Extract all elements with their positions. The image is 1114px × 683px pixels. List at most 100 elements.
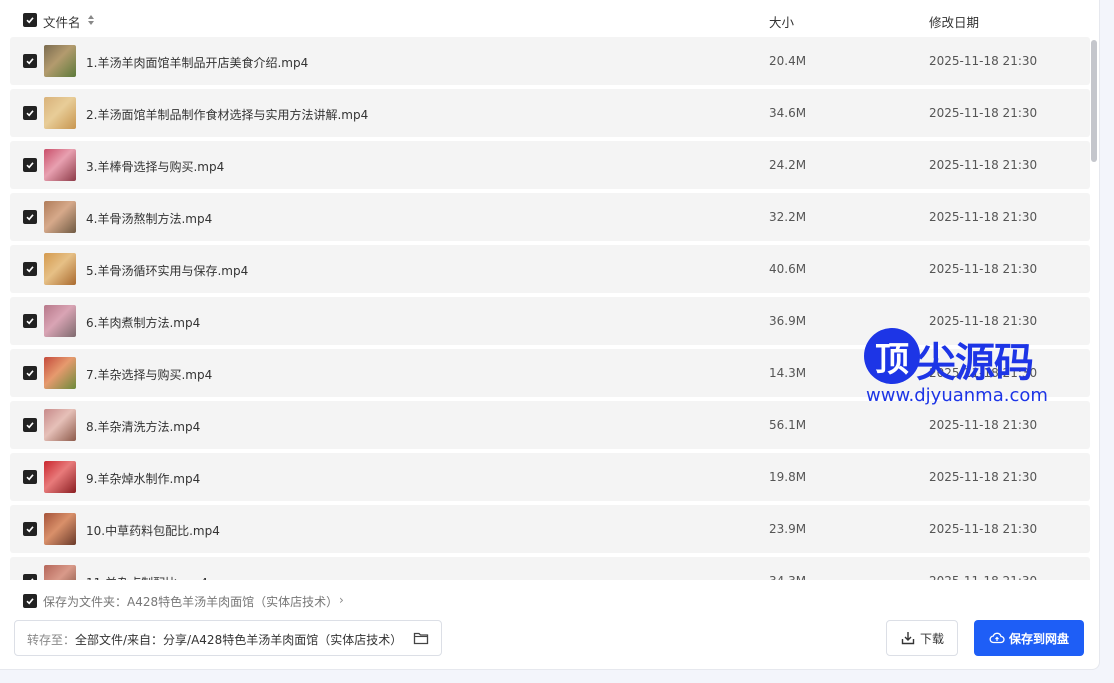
file-date: 2025-11-18 21:30 (929, 314, 1038, 328)
file-row[interactable]: 9.羊杂焯水制作.mp4 19.8M 2025-11-18 21:30 (10, 453, 1090, 501)
file-date: 2025-11-18 21:30 (929, 574, 1037, 580)
watermark-text: 尖源码 (916, 340, 1034, 386)
video-thumbnail (44, 45, 76, 77)
file-row[interactable]: 4.羊骨汤熬制方法.mp4 32.2M 2025-11-18 21:30 (10, 193, 1090, 241)
download-button[interactable]: 下载 (886, 620, 958, 656)
check-icon (26, 266, 34, 273)
file-size: 36.9M (769, 314, 807, 328)
file-size: 40.6M (769, 262, 807, 276)
file-date: 2025-11-18 21:30 (929, 158, 1038, 172)
save-as-folder-checkbox[interactable] (23, 594, 37, 608)
file-size: 19.8M (769, 470, 807, 484)
file-checkbox[interactable] (23, 366, 37, 380)
video-thumbnail (44, 305, 76, 337)
column-header-date[interactable]: 修改日期 (929, 12, 979, 31)
file-name[interactable]: 9.羊杂焯水制作.mp4 (86, 470, 200, 487)
destination-label: 转存至： (27, 633, 76, 647)
file-checkbox[interactable] (23, 522, 37, 536)
destination-path: 全部文件/来自：分享/A428特色羊汤羊肉面馆（实体店技术） (75, 633, 403, 647)
watermark: 顶 尖源码 www.djyuanma.com (860, 328, 1050, 408)
cloud-upload-icon (989, 632, 1005, 644)
file-checkbox[interactable] (23, 314, 37, 328)
destination-field[interactable]: 转存至： 全部文件/来自：分享/A428特色羊汤羊肉面馆（实体店技术） (14, 620, 442, 656)
check-icon (26, 58, 34, 65)
file-checkbox[interactable] (23, 470, 37, 484)
check-icon (26, 162, 34, 169)
check-icon (26, 214, 34, 221)
file-date: 2025-11-18 21:30 (929, 470, 1038, 484)
video-thumbnail (44, 565, 76, 580)
select-all-checkbox[interactable] (23, 13, 37, 27)
file-name[interactable]: 7.羊杂选择与购买.mp4 (86, 366, 212, 383)
download-icon (901, 632, 915, 645)
save-as-folder-label: 保存为文件夹：A428特色羊汤羊肉面馆（实体店技术） (43, 595, 339, 609)
file-row[interactable]: 3.羊棒骨选择与购买.mp4 24.2M 2025-11-18 21:30 (10, 141, 1090, 189)
column-header-name[interactable]: 文件名 (43, 12, 81, 31)
list-scrollbar[interactable] (1091, 40, 1097, 162)
file-name[interactable]: 11.羊杂卤制配比.mp4 (86, 574, 208, 580)
save-to-cloud-button[interactable]: 保存到网盘 (974, 620, 1084, 656)
column-header-size[interactable]: 大小 (769, 12, 794, 31)
file-date: 2025-11-18 21:30 (929, 54, 1038, 68)
file-checkbox[interactable] (23, 158, 37, 172)
video-thumbnail (44, 461, 76, 493)
check-icon (26, 474, 34, 481)
file-date: 2025-11-18 21:30 (929, 210, 1038, 224)
file-size: 23.9M (769, 522, 807, 536)
file-size: 56.1M (769, 418, 807, 432)
file-row[interactable]: 10.中草药料包配比.mp4 23.9M 2025-11-18 21:30 (10, 505, 1090, 553)
check-icon (26, 318, 34, 325)
file-row[interactable]: 5.羊骨汤循环实用与保存.mp4 40.6M 2025-11-18 21:30 (10, 245, 1090, 293)
file-list: 1.羊汤羊肉面馆羊制品开店美食介绍.mp4 20.4M 2025-11-18 21:… (0, 37, 1090, 580)
file-checkbox[interactable] (23, 106, 37, 120)
file-save-panel: 文件名 大小 修改日期 1.羊汤羊肉面馆羊制品开店美食介绍.mp4 20.4M 20… (0, 0, 1100, 670)
chevron-right-icon[interactable]: › (339, 593, 344, 607)
video-thumbnail (44, 149, 76, 181)
file-checkbox[interactable] (23, 418, 37, 432)
check-icon (26, 422, 34, 429)
file-name[interactable]: 1.羊汤羊肉面馆羊制品开店美食介绍.mp4 (86, 54, 308, 71)
watermark-logo: 顶 (864, 328, 920, 384)
file-checkbox[interactable] (23, 262, 37, 276)
file-size: 32.2M (769, 210, 807, 224)
file-name[interactable]: 10.中草药料包配比.mp4 (86, 522, 220, 539)
file-name[interactable]: 2.羊汤面馆羊制品制作食材选择与实用方法讲解.mp4 (86, 106, 368, 123)
check-icon (26, 110, 34, 117)
check-icon (26, 526, 34, 533)
file-name[interactable]: 6.羊肉煮制方法.mp4 (86, 314, 200, 331)
watermark-url: www.djyuanma.com (866, 385, 1048, 406)
sort-icon[interactable] (87, 14, 95, 26)
file-row[interactable]: 1.羊汤羊肉面馆羊制品开店美食介绍.mp4 20.4M 2025-11-18 21:… (10, 37, 1090, 85)
file-size: 24.2M (769, 158, 807, 172)
download-label: 下载 (919, 631, 944, 646)
file-date: 2025-11-18 21:30 (929, 418, 1038, 432)
file-size: 14.3M (769, 366, 807, 380)
video-thumbnail (44, 253, 76, 285)
file-date: 2025-11-18 21:30 (929, 262, 1038, 276)
file-date: 2025-11-18 21:30 (929, 522, 1038, 536)
video-thumbnail (44, 97, 76, 129)
file-checkbox[interactable] (23, 54, 37, 68)
video-thumbnail (44, 409, 76, 441)
file-name[interactable]: 4.羊骨汤熬制方法.mp4 (86, 210, 212, 227)
save-to-cloud-label: 保存到网盘 (1008, 631, 1069, 646)
video-thumbnail (44, 513, 76, 545)
video-thumbnail (44, 357, 76, 389)
file-row[interactable]: 2.羊汤面馆羊制品制作食材选择与实用方法讲解.mp4 34.6M 2025-11-1… (10, 89, 1090, 137)
check-icon (30, 578, 34, 580)
file-size: 34.6M (769, 106, 807, 120)
file-name[interactable]: 5.羊骨汤循环实用与保存.mp4 (86, 262, 248, 279)
file-name[interactable]: 8.羊杂清洗方法.mp4 (86, 418, 200, 435)
file-name[interactable]: 3.羊棒骨选择与购买.mp4 (86, 158, 224, 175)
file-checkbox[interactable] (23, 574, 37, 580)
folder-icon[interactable] (413, 631, 429, 645)
check-icon (26, 370, 34, 377)
video-thumbnail (44, 201, 76, 233)
file-checkbox[interactable] (23, 210, 37, 224)
file-row[interactable]: 8.羊杂清洗方法.mp4 56.1M 2025-11-18 21:30 (10, 401, 1090, 449)
file-list-header: 文件名 大小 修改日期 (0, 0, 1090, 40)
file-date: 2025-11-18 21:30 (929, 106, 1038, 120)
check-icon (26, 598, 34, 605)
check-icon (26, 17, 34, 24)
file-row[interactable]: 11.羊杂卤制配比.mp4 34.3M 2025-11-18 21:30 (10, 557, 1090, 580)
